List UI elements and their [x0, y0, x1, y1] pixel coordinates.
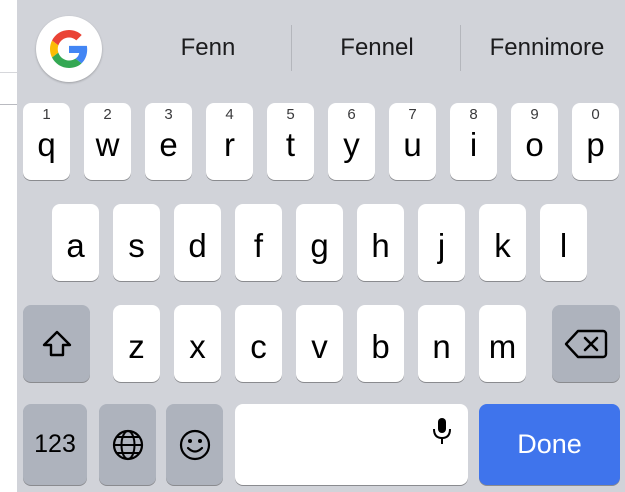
key-letter: f — [253, 227, 264, 264]
google-button[interactable] — [36, 16, 102, 82]
key-b[interactable]: b — [357, 305, 404, 382]
key-number-hint: 2 — [103, 106, 112, 123]
key-letter: l — [559, 227, 568, 264]
key-letter: m — [488, 328, 517, 365]
divider — [0, 72, 17, 73]
on-screen-keyboard: Fenn Fennel Fennimore 1q 2w 3e 4r 5t 6y … — [17, 0, 625, 492]
key-letter: z — [128, 328, 145, 365]
key-d[interactable]: d — [174, 204, 221, 281]
key-p[interactable]: 0p — [572, 103, 619, 180]
key-w[interactable]: 2w — [84, 103, 131, 180]
key-number-hint: 8 — [469, 106, 478, 123]
divider — [0, 104, 17, 105]
key-letter: c — [250, 328, 267, 365]
key-number-hint: 7 — [408, 106, 417, 123]
key-l[interactable]: l — [540, 204, 587, 281]
key-f[interactable]: f — [235, 204, 282, 281]
globe-key[interactable] — [99, 404, 156, 485]
backspace-icon — [564, 329, 608, 358]
key-letter: u — [403, 126, 422, 163]
key-a[interactable]: a — [52, 204, 99, 281]
key-h[interactable]: h — [357, 204, 404, 281]
key-letter: j — [437, 227, 446, 264]
key-y[interactable]: 6y — [328, 103, 375, 180]
key-i[interactable]: 8i — [450, 103, 497, 180]
shift-key[interactable] — [23, 305, 90, 382]
key-letter: y — [343, 126, 360, 163]
key-g[interactable]: g — [296, 204, 343, 281]
page-edge — [0, 0, 17, 492]
key-r[interactable]: 4r — [206, 103, 253, 180]
key-number-hint: 9 — [530, 106, 539, 123]
key-letter: b — [371, 328, 390, 365]
key-m[interactable]: m — [479, 305, 526, 382]
key-letter: h — [371, 227, 390, 264]
key-o[interactable]: 9o — [511, 103, 558, 180]
key-letter: q — [37, 126, 56, 163]
key-letter: d — [188, 227, 207, 264]
done-button[interactable]: Done — [479, 404, 620, 485]
key-n[interactable]: n — [418, 305, 465, 382]
key-v[interactable]: v — [296, 305, 343, 382]
key-letter: w — [95, 126, 120, 163]
key-letter: s — [128, 227, 145, 264]
key-letter: o — [525, 126, 544, 163]
key-j[interactable]: j — [418, 204, 465, 281]
emoji-key[interactable] — [166, 404, 223, 485]
key-number-hint: 0 — [591, 106, 600, 123]
key-x[interactable]: x — [174, 305, 221, 382]
key-letter: g — [310, 227, 329, 264]
key-k[interactable]: k — [479, 204, 526, 281]
done-button-label: Done — [517, 429, 582, 459]
suggestion-2[interactable]: Fennel — [307, 24, 447, 72]
suggestion-divider — [460, 25, 461, 71]
key-s[interactable]: s — [113, 204, 160, 281]
key-letter: p — [586, 126, 605, 163]
key-number-hint: 6 — [347, 106, 356, 123]
globe-icon — [112, 429, 143, 460]
numbers-key[interactable]: 123 — [23, 404, 87, 485]
key-letter: r — [224, 126, 235, 163]
key-letter: k — [494, 227, 511, 264]
key-u[interactable]: 7u — [389, 103, 436, 180]
key-number-hint: 4 — [225, 106, 234, 123]
key-number-hint: 3 — [164, 106, 173, 123]
key-letter: i — [469, 126, 478, 163]
key-letter: a — [66, 227, 85, 264]
key-letter: x — [189, 328, 206, 365]
microphone-icon — [433, 418, 451, 444]
key-number-hint: 1 — [42, 106, 51, 123]
key-t[interactable]: 5t — [267, 103, 314, 180]
shift-arrow-icon — [42, 330, 71, 356]
backspace-key[interactable] — [552, 305, 620, 382]
suggestion-divider — [291, 25, 292, 71]
key-q[interactable]: 1q — [23, 103, 70, 180]
suggestion-1[interactable]: Fenn — [147, 24, 269, 72]
suggestion-3[interactable]: Fennimore — [472, 24, 622, 72]
numbers-key-label: 123 — [34, 430, 76, 458]
space-key[interactable] — [235, 404, 468, 485]
key-letter: v — [311, 328, 328, 365]
key-z[interactable]: z — [113, 305, 160, 382]
key-e[interactable]: 3e — [145, 103, 192, 180]
key-letter: n — [432, 328, 451, 365]
google-g-icon — [50, 30, 88, 68]
key-letter: t — [285, 126, 296, 163]
emoji-face-icon — [179, 429, 210, 460]
key-c[interactable]: c — [235, 305, 282, 382]
key-letter: e — [159, 126, 178, 163]
key-number-hint: 5 — [286, 106, 295, 123]
